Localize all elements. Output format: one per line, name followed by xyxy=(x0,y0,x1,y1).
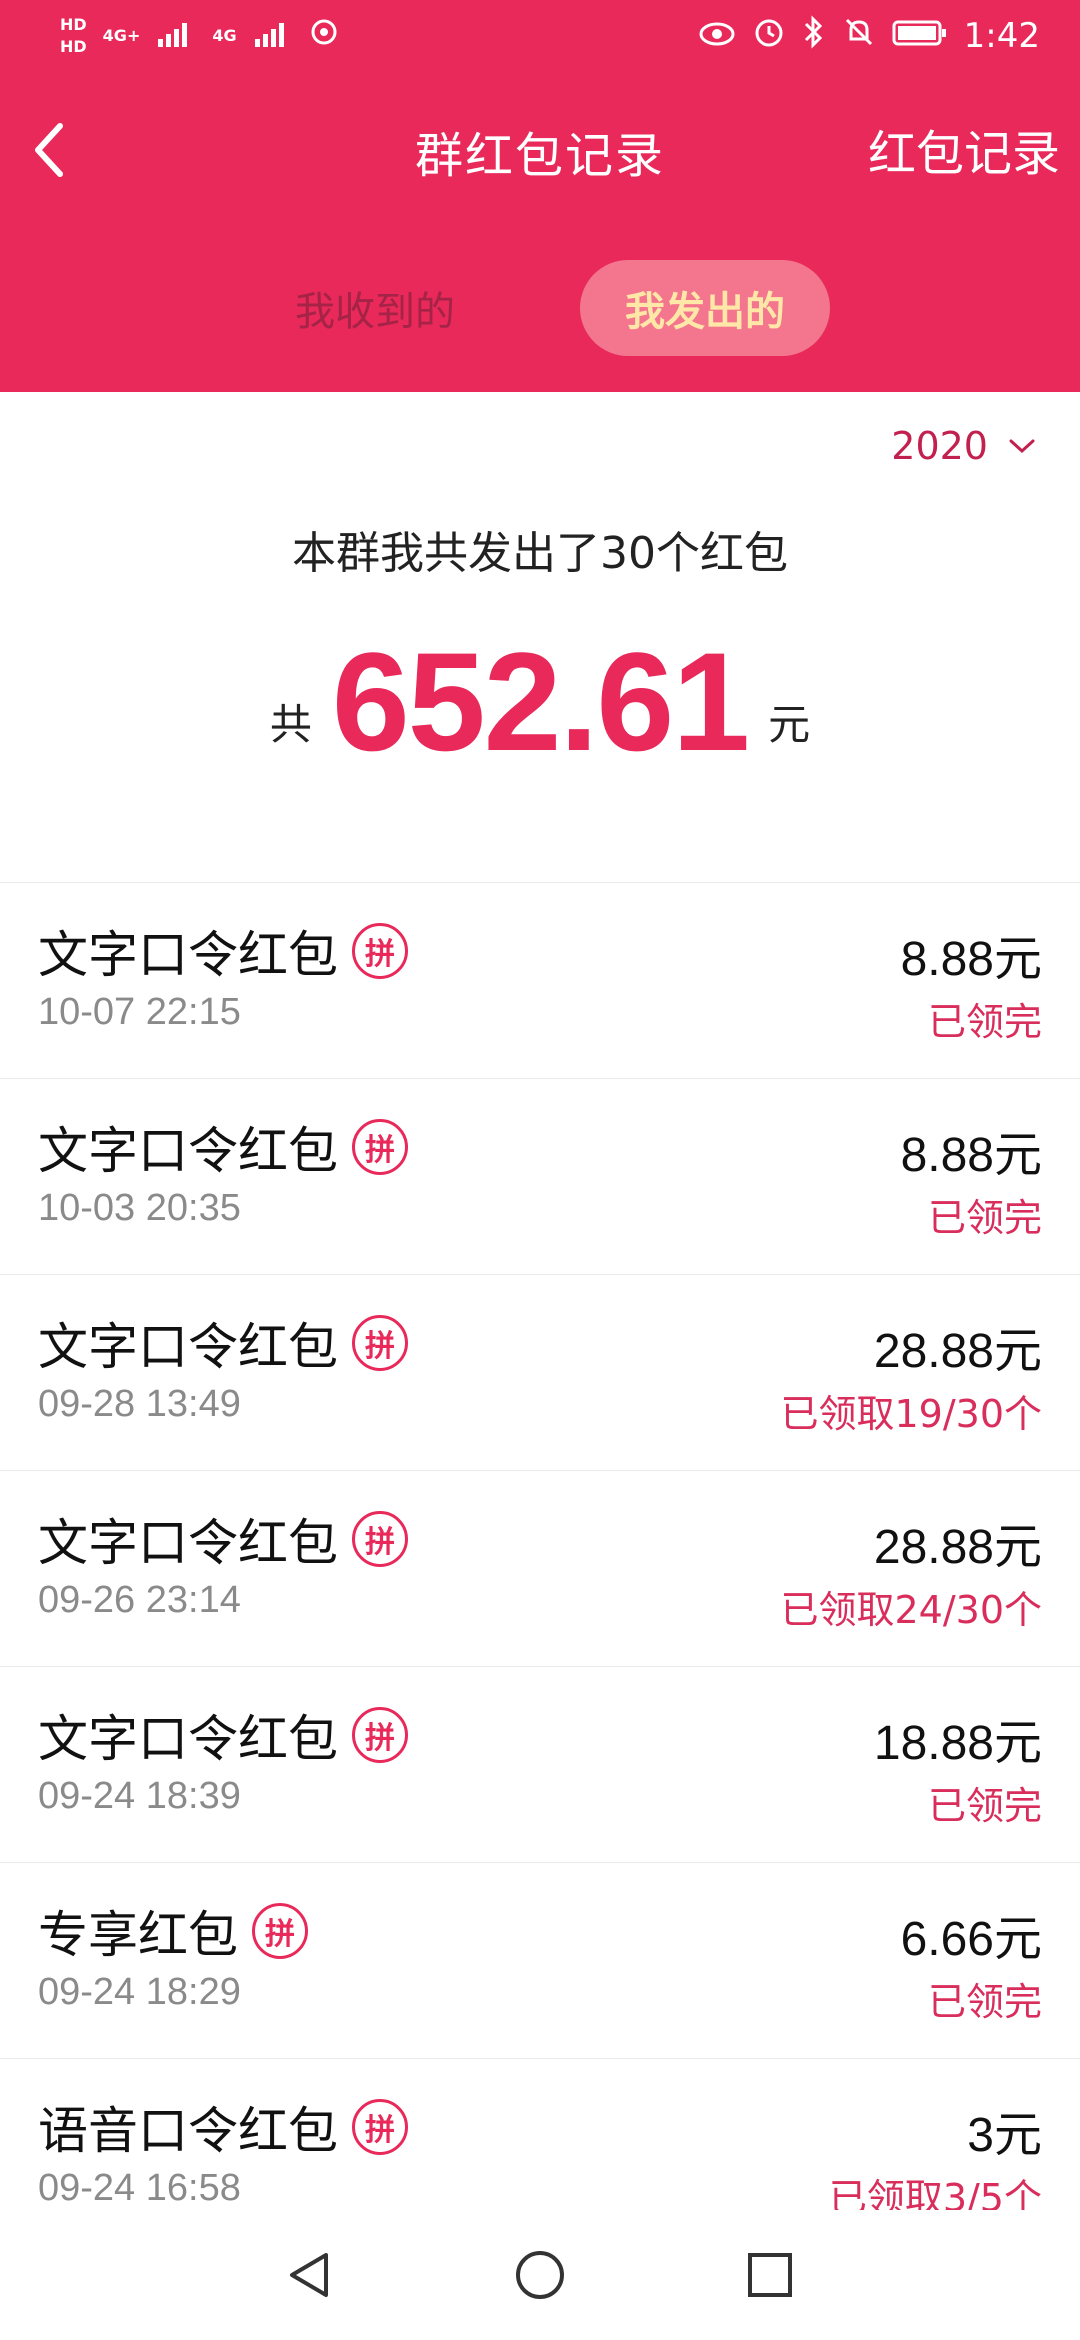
record-name: 文字口令红包 xyxy=(38,1318,338,1376)
record-amount: 3元 xyxy=(967,2109,1042,2162)
sim2-network: 4G xyxy=(212,26,237,45)
record-amount: 8.88元 xyxy=(900,933,1042,986)
record-amount: 6.66元 xyxy=(900,1913,1042,1966)
record-status: 已领取3/5个 xyxy=(828,2176,1042,2210)
pin-badge-icon: 拼 xyxy=(352,2099,408,2155)
record-item[interactable]: 语音口令红包 拼 09-24 16:58 3元 已领取3/5个 xyxy=(0,2059,1080,2210)
summary-count-text: 本群我共发出了30个红包 xyxy=(292,528,788,579)
record-item[interactable]: 文字口令红包 拼 09-28 13:49 28.88元 已领取19/30个 xyxy=(0,1275,1080,1471)
header: HD HD 4G+ 4G 1:42 群红包记录 红包记录 我收到的 我发出的 xyxy=(0,0,1080,392)
record-item[interactable]: 文字口令红包 拼 10-07 22:15 8.88元 已领完 xyxy=(0,883,1080,1079)
record-name-wrap: 文字口令红包 拼 xyxy=(38,1503,408,1575)
record-amount: 18.88元 xyxy=(873,1717,1042,1770)
nav-home-icon xyxy=(516,2251,564,2299)
record-status: 已领取24/30个 xyxy=(780,1588,1042,1632)
total-suffix: 元 xyxy=(768,700,811,749)
summary-section: 2020 本群我共发出了30个红包 共 652.61 元 xyxy=(0,392,1080,882)
hd-indicators: HD HD xyxy=(60,17,87,55)
record-amount: 28.88元 xyxy=(873,1325,1042,1378)
record-name-wrap: 文字口令红包 拼 xyxy=(38,1307,408,1379)
status-time: 1:42 xyxy=(963,16,1040,56)
record-status: 已领取19/30个 xyxy=(780,1392,1042,1436)
nav-recent-button[interactable] xyxy=(730,2235,810,2315)
pin-badge-icon: 拼 xyxy=(352,923,408,979)
signal-icon xyxy=(156,17,196,55)
red-packet-record-link[interactable]: 红包记录 xyxy=(868,114,1060,184)
record-time: 09-28 13:49 xyxy=(38,1383,241,1425)
record-amount: 28.88元 xyxy=(873,1521,1042,1574)
hd1-label: HD xyxy=(60,15,87,34)
chevron-down-icon xyxy=(1009,439,1035,454)
data-saver-icon xyxy=(309,17,339,55)
total-amount: 652.61 xyxy=(331,623,750,780)
tab-sent[interactable]: 我发出的 xyxy=(580,260,830,356)
sim1-network: 4G+ xyxy=(102,26,141,45)
nav-recent-icon xyxy=(748,2253,792,2297)
tab-bar: 我收到的 我发出的 xyxy=(0,260,1080,356)
mute-icon xyxy=(842,15,876,57)
status-bar: HD HD 4G+ 4G 1:42 xyxy=(0,0,1080,72)
record-name: 语音口令红包 xyxy=(38,2102,338,2160)
record-item[interactable]: 文字口令红包 拼 09-24 18:39 18.88元 已领完 xyxy=(0,1667,1080,1863)
nav-home-button[interactable] xyxy=(500,2235,580,2315)
record-time: 09-24 18:29 xyxy=(38,1971,241,2013)
nav-back-button[interactable] xyxy=(270,2235,350,2315)
status-right: 1:42 xyxy=(698,15,1040,57)
record-name: 专享红包 xyxy=(38,1906,238,1964)
record-time: 09-26 23:14 xyxy=(38,1579,241,1621)
pin-badge-icon: 拼 xyxy=(252,1903,308,1959)
eye-icon xyxy=(698,17,736,55)
record-status: 已领完 xyxy=(927,1000,1042,1044)
bluetooth-icon xyxy=(802,15,826,57)
status-left: HD HD 4G+ 4G xyxy=(60,17,339,55)
record-name: 文字口令红包 xyxy=(38,1122,338,1180)
record-item[interactable]: 文字口令红包 拼 09-26 23:14 28.88元 已领取24/30个 xyxy=(0,1471,1080,1667)
record-status: 已领完 xyxy=(927,1196,1042,1240)
tab-received[interactable]: 我收到的 xyxy=(260,260,490,356)
year-label: 2020 xyxy=(891,424,988,468)
record-time: 10-03 20:35 xyxy=(38,1187,241,1229)
hd2-label: HD xyxy=(60,37,87,56)
record-item[interactable]: 文字口令红包 拼 10-03 20:35 8.88元 已领完 xyxy=(0,1079,1080,1275)
title-row: 群红包记录 红包记录 xyxy=(0,110,1080,190)
navigation-bar xyxy=(0,2210,1080,2340)
record-time: 10-07 22:15 xyxy=(38,991,241,1033)
record-status: 已领完 xyxy=(927,1980,1042,2024)
record-item[interactable]: 专享红包 拼 09-24 18:29 6.66元 已领完 xyxy=(0,1863,1080,2059)
record-list: 文字口令红包 拼 10-07 22:15 8.88元 已领完 文字口令红包 拼 … xyxy=(0,882,1080,2210)
battery-icon xyxy=(892,17,948,55)
record-name-wrap: 文字口令红包 拼 xyxy=(38,1111,408,1183)
pin-badge-icon: 拼 xyxy=(352,1315,408,1371)
record-name-wrap: 文字口令红包 拼 xyxy=(38,1699,408,1771)
pin-badge-icon: 拼 xyxy=(352,1119,408,1175)
record-name: 文字口令红包 xyxy=(38,1710,338,1768)
year-selector[interactable]: 2020 xyxy=(891,424,1036,468)
record-time: 09-24 18:39 xyxy=(38,1775,241,1817)
record-name-wrap: 语音口令红包 拼 xyxy=(38,2091,408,2163)
alarm-icon xyxy=(752,15,786,57)
pin-badge-icon: 拼 xyxy=(352,1707,408,1763)
signal-icon-2 xyxy=(253,17,293,55)
record-name: 文字口令红包 xyxy=(38,1514,338,1572)
record-amount: 8.88元 xyxy=(900,1129,1042,1182)
record-name-wrap: 文字口令红包 拼 xyxy=(38,915,408,987)
total-row: 共 652.61 元 xyxy=(0,612,1080,772)
pin-badge-icon: 拼 xyxy=(352,1511,408,1567)
record-status: 已领完 xyxy=(927,1784,1042,1828)
nav-back-icon xyxy=(290,2253,328,2297)
total-prefix: 共 xyxy=(269,700,312,749)
record-name: 文字口令红包 xyxy=(38,926,338,984)
record-time: 09-24 16:58 xyxy=(38,2167,241,2209)
record-name-wrap: 专享红包 拼 xyxy=(38,1895,308,1967)
